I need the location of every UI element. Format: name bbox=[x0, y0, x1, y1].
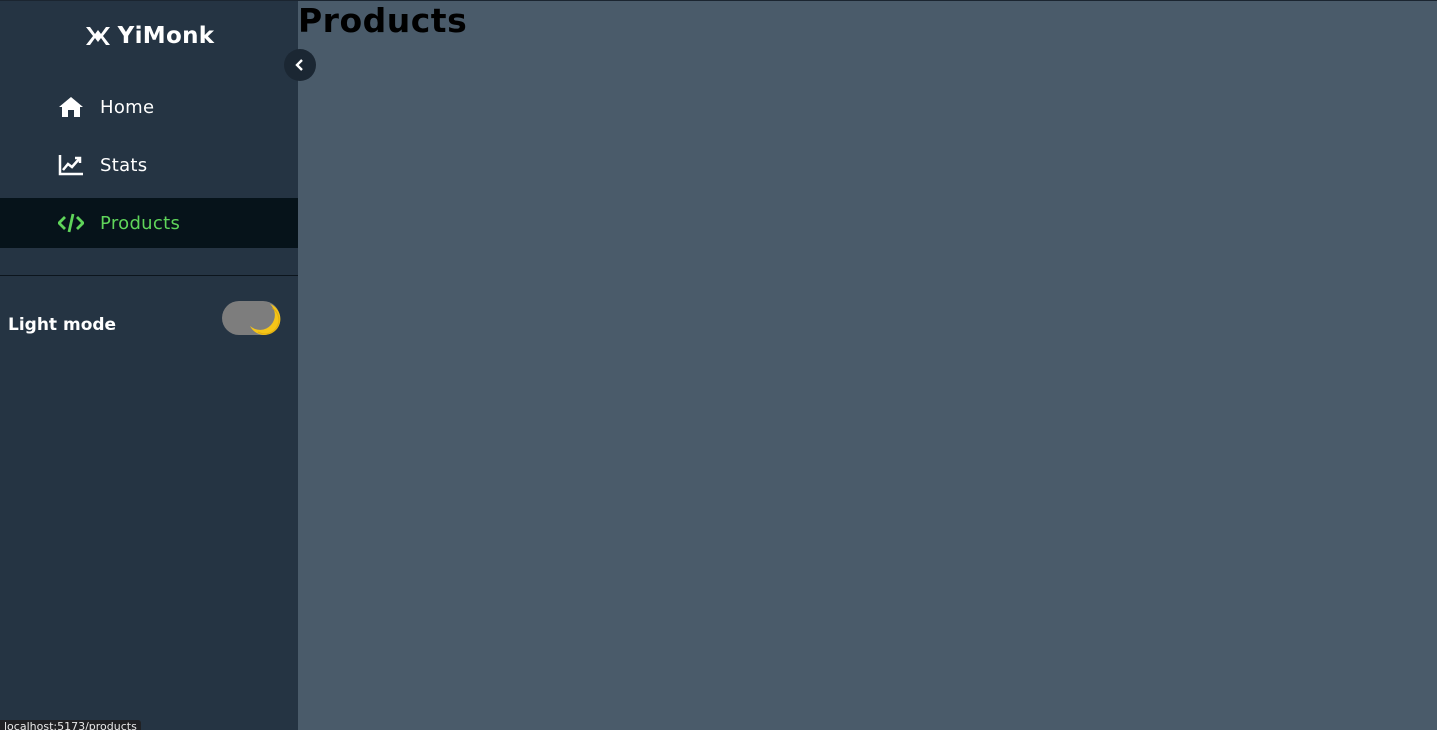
code-icon bbox=[58, 210, 84, 236]
home-icon bbox=[58, 94, 84, 120]
sidebar: YiMonk Home Stats Products Light mode bbox=[0, 1, 298, 730]
moon-icon bbox=[246, 300, 286, 340]
chart-line-icon bbox=[58, 152, 84, 178]
brand[interactable]: YiMonk bbox=[0, 23, 298, 49]
sidebar-item-products[interactable]: Products bbox=[0, 198, 298, 248]
page-title: Products bbox=[298, 1, 468, 40]
theme-toggle[interactable] bbox=[222, 301, 281, 335]
sidebar-item-stats[interactable]: Stats bbox=[0, 140, 298, 190]
sidebar-item-label: Home bbox=[100, 96, 155, 118]
brand-name: YiMonk bbox=[117, 23, 215, 49]
yimonk-logo-icon bbox=[84, 24, 112, 48]
theme-label: Light mode bbox=[8, 315, 117, 335]
chevron-left-icon bbox=[295, 56, 305, 75]
sidebar-item-label: Products bbox=[100, 212, 181, 234]
sidebar-item-label: Stats bbox=[100, 154, 148, 176]
sidebar-nav: Home Stats Products bbox=[0, 82, 298, 256]
sidebar-divider bbox=[0, 275, 298, 276]
sidebar-item-home[interactable]: Home bbox=[0, 82, 298, 132]
collapse-sidebar-button[interactable] bbox=[284, 49, 316, 81]
status-url: localhost:5173/products bbox=[0, 720, 141, 730]
